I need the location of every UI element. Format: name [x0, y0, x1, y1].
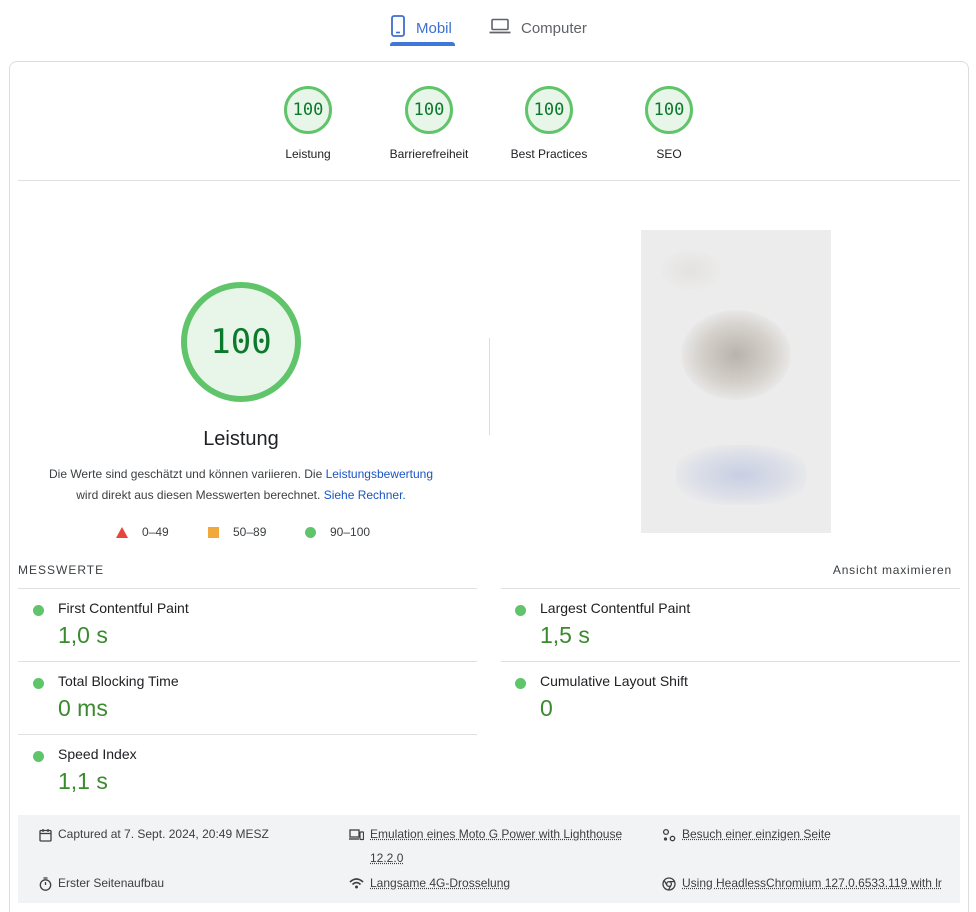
vertical-divider — [489, 338, 490, 435]
category-performance[interactable]: 100 Leistung — [253, 86, 363, 161]
smartphone-icon — [390, 15, 406, 41]
metric-value: 1,1 s — [58, 768, 108, 795]
load-text: Erster Seitenaufbau — [58, 876, 164, 890]
divider — [18, 588, 477, 589]
timer-icon — [39, 877, 52, 891]
divider — [18, 180, 960, 181]
throttling-text: Langsame 4G-Drosselung — [370, 876, 510, 890]
metric-value: 0 — [540, 695, 553, 722]
browser-info[interactable]: Using HeadlessChromium 127.0.6533.119 wi… — [662, 876, 942, 891]
pass-dot-icon — [515, 678, 526, 689]
category-accessibility[interactable]: 100 Barrierefreiheit — [374, 86, 484, 161]
legend-poor: 0–49 — [116, 523, 169, 541]
metric-value: 1,5 s — [540, 622, 590, 649]
performance-description: Die Werte sind geschätzt und können vari… — [18, 464, 464, 506]
category-score-gauge: 100 — [525, 86, 573, 134]
legend-average: 50–89 — [208, 523, 266, 541]
legend-good: 90–100 — [305, 523, 370, 541]
emulation-text: Emulation eines Moto G Power with Lighth… — [370, 827, 622, 841]
performance-score-gauge: 100 — [181, 282, 301, 402]
legend-poor-label: 0–49 — [142, 525, 169, 539]
tab-mobile[interactable]: Mobil — [390, 10, 452, 46]
performance-title: Leistung — [141, 428, 341, 451]
throttling-info[interactable]: Langsame 4G-Drosselung — [349, 876, 510, 890]
description-text: Die Werte sind geschätzt und können vari… — [49, 467, 326, 481]
browser-text: Using HeadlessChromium 127.0.6533.119 wi… — [682, 876, 942, 890]
category-label: Barrierefreiheit — [374, 147, 484, 161]
blurred-content — [676, 445, 806, 505]
category-score-gauge: 100 — [284, 86, 332, 134]
category-label: Best Practices — [494, 147, 604, 161]
divider — [501, 588, 960, 589]
pass-dot-icon — [33, 605, 44, 616]
blurred-content — [661, 250, 721, 290]
nodes-icon — [662, 828, 676, 842]
category-label: SEO — [614, 147, 724, 161]
divider — [18, 661, 477, 662]
metric-value: 0 ms — [58, 695, 108, 722]
signal-icon — [349, 877, 364, 889]
devices-icon — [349, 828, 364, 841]
metrics-heading: MESSWERTE — [18, 563, 104, 577]
final-screenshot-thumbnail[interactable] — [641, 230, 831, 533]
expand-view-button[interactable]: Ansicht maximieren — [833, 563, 952, 577]
category-best-practices[interactable]: 100 Best Practices — [494, 86, 604, 161]
divider — [18, 734, 477, 735]
load-info: Erster Seitenaufbau — [39, 876, 164, 891]
category-score-gauge: 100 — [405, 86, 453, 134]
performance-score-link[interactable]: Leistungsbewertung — [326, 467, 433, 481]
circle-icon — [305, 527, 316, 538]
metric-name: Speed Index — [58, 746, 137, 762]
captured-text: Captured at 7. Sept. 2024, 20:49 MESZ — [58, 827, 269, 841]
laptop-icon — [489, 18, 511, 38]
session-info[interactable]: Besuch einer einzigen Seite — [662, 827, 831, 842]
chrome-icon — [662, 877, 676, 891]
tab-mobile-label: Mobil — [416, 20, 452, 37]
device-tabs: Mobil Computer — [0, 0, 976, 48]
legend-good-label: 90–100 — [330, 525, 370, 539]
tab-desktop[interactable]: Computer — [489, 10, 587, 46]
pass-dot-icon — [515, 605, 526, 616]
description-text: wird direkt aus diesen Messwerten berech… — [76, 488, 323, 502]
square-icon — [208, 527, 219, 538]
metric-name: First Contentful Paint — [58, 600, 189, 616]
emulation-info[interactable]: Emulation eines Moto G Power with Lighth… — [349, 822, 622, 870]
category-seo[interactable]: 100 SEO — [614, 86, 724, 161]
category-score-gauge: 100 — [645, 86, 693, 134]
pass-dot-icon — [33, 751, 44, 762]
active-tab-indicator — [390, 42, 455, 46]
session-text: Besuch einer einzigen Seite — [682, 827, 831, 841]
triangle-icon — [116, 527, 128, 538]
divider — [501, 661, 960, 662]
captured-info: Captured at 7. Sept. 2024, 20:49 MESZ — [39, 827, 269, 842]
category-label: Leistung — [253, 147, 363, 161]
blurred-content — [681, 310, 791, 400]
calculator-link[interactable]: Siehe Rechner. — [324, 488, 406, 502]
metric-name: Cumulative Layout Shift — [540, 673, 688, 689]
calendar-icon — [39, 828, 52, 842]
legend-average-label: 50–89 — [233, 525, 266, 539]
metric-name: Largest Contentful Paint — [540, 600, 690, 616]
emulation-version: 12.2.0 — [370, 851, 403, 865]
metric-value: 1,0 s — [58, 622, 108, 649]
metric-name: Total Blocking Time — [58, 673, 179, 689]
pass-dot-icon — [33, 678, 44, 689]
tab-desktop-label: Computer — [521, 20, 587, 37]
